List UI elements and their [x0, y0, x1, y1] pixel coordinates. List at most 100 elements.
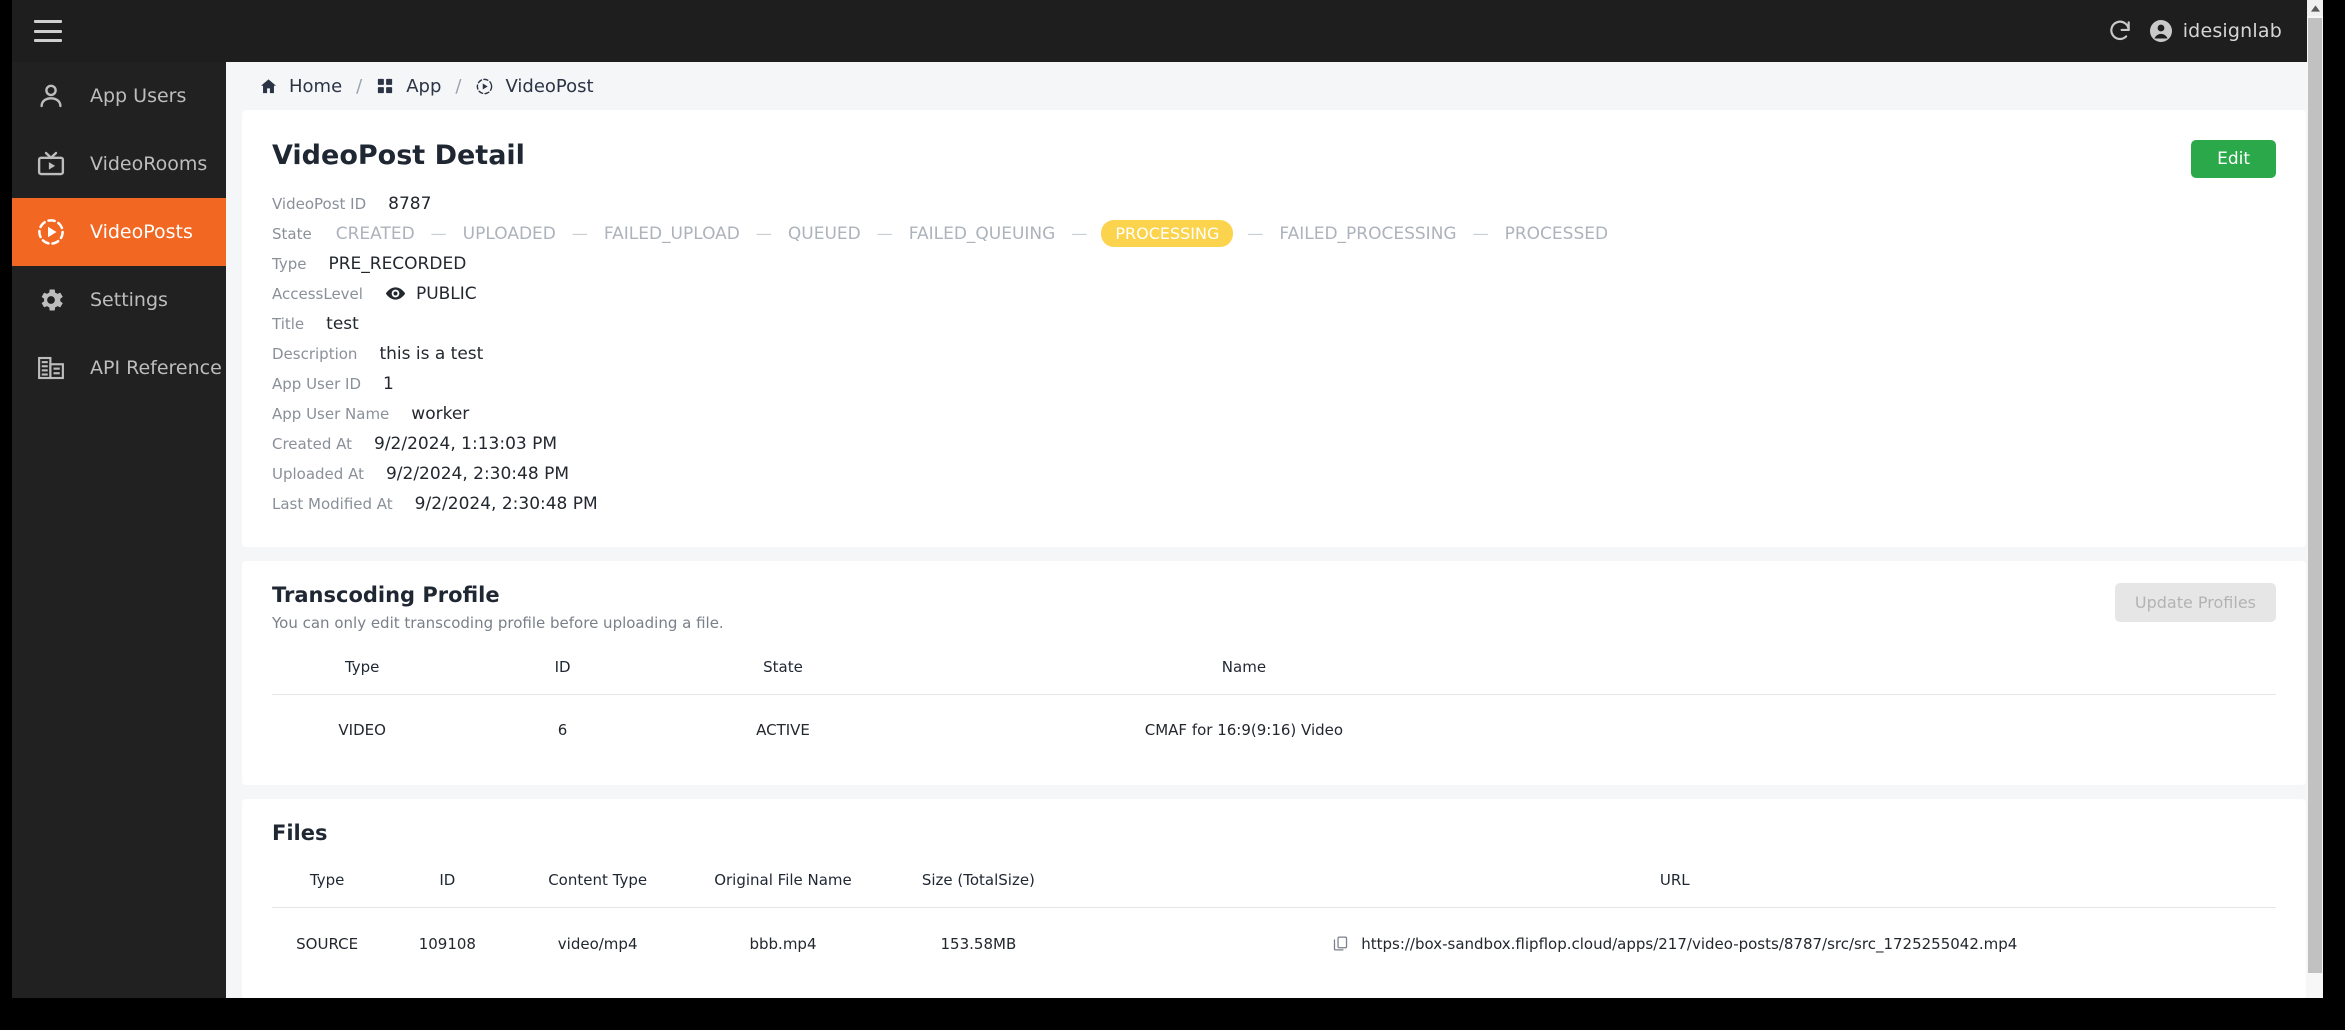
account-circle-icon — [2149, 20, 2172, 42]
section-title: Files — [272, 821, 328, 845]
field-label: Description — [272, 344, 358, 363]
state-step-processing-badge: PROCESSING — [1101, 220, 1234, 247]
state-step-created: CREATED — [335, 223, 415, 244]
sidebar-item-label: VideoPosts — [90, 221, 193, 243]
sidebar-navigation: App Users VideoRooms VideoPosts Settings… — [12, 62, 226, 998]
state-step-uploaded: UPLOADED — [462, 223, 556, 244]
field-videopost-id: VideoPost ID 8787 — [272, 189, 2276, 218]
building-icon — [34, 351, 68, 385]
field-value: 8787 — [388, 193, 432, 214]
field-value: this is a test — [379, 343, 484, 364]
cell-url: https://box-sandbox.flipflop.cloud/apps/… — [1074, 908, 2276, 972]
scroll-up-arrow[interactable] — [2307, 0, 2323, 16]
hamburger-menu-icon[interactable] — [34, 20, 62, 42]
state-dash: — — [1247, 224, 1264, 243]
copy-icon[interactable] — [1332, 934, 1349, 953]
edit-button[interactable]: Edit — [2191, 140, 2276, 178]
transcoding-header: Transcoding Profile You can only edit tr… — [272, 583, 2276, 632]
sidebar-item-videorooms[interactable]: VideoRooms — [12, 130, 226, 198]
sidebar-item-videoposts[interactable]: VideoPosts — [12, 198, 226, 266]
transcoding-profile-table: Type ID State Name VIDEO 6 ACTIVE CMAF f… — [272, 658, 2276, 757]
state-dash: — — [1071, 224, 1088, 243]
table-header-row: Type ID State Name — [272, 658, 2276, 695]
detail-card-header: VideoPost Detail Edit — [272, 132, 2276, 189]
sidebar-item-label: API Reference — [90, 357, 222, 379]
field-title: Title test — [272, 309, 2276, 338]
column-header-name: Name — [893, 658, 1595, 695]
refresh-icon[interactable] — [2107, 18, 2133, 44]
sidebar-item-app-users[interactable]: App Users — [12, 62, 226, 130]
field-value: test — [326, 313, 359, 334]
field-app-user-id: App User ID 1 — [272, 369, 2276, 398]
field-value: 9/2/2024, 2:30:48 PM — [414, 493, 598, 514]
field-label: AccessLevel — [272, 284, 363, 303]
breadcrumb-current[interactable]: VideoPost — [505, 76, 593, 97]
field-value: 9/2/2024, 2:30:48 PM — [385, 463, 569, 484]
main-content: Home / App / VideoPost VideoPost Detail … — [226, 62, 2322, 998]
sidebar-item-api-reference[interactable]: API Reference — [12, 334, 226, 402]
cell-spacer — [1595, 695, 2276, 758]
field-label: Last Modified At — [272, 494, 393, 513]
cell-content-type: video/mp4 — [557, 934, 638, 953]
table-row[interactable]: SOURCE 109108 video/mp4 bbb.mp4 153.58MB — [272, 908, 2276, 972]
files-card: Files Type ID Content Type Original File… — [242, 799, 2306, 998]
page-title: VideoPost Detail — [272, 140, 525, 171]
top-bar: idesignlab — [12, 0, 2322, 62]
state-dash: — — [1472, 224, 1489, 243]
transcoding-title-group: Transcoding Profile You can only edit tr… — [272, 583, 724, 632]
left-gutter — [0, 0, 12, 1030]
bottom-gutter — [0, 998, 2345, 1030]
state-progress-chain: CREATED — UPLOADED — FAILED_UPLOAD — QUE… — [334, 220, 1610, 247]
field-value: 1 — [383, 373, 394, 394]
column-header-type: Type — [272, 871, 383, 908]
state-dash: — — [755, 224, 772, 243]
user-account-chip[interactable]: idesignlab — [2149, 19, 2282, 43]
field-description: Description this is a test — [272, 339, 2276, 368]
section-subtitle: You can only edit transcoding profile be… — [272, 614, 724, 632]
cell-state: ACTIVE — [756, 721, 810, 739]
field-app-user-name: App User Name worker — [272, 399, 2276, 428]
state-step-failed-upload: FAILED_UPLOAD — [603, 223, 740, 244]
breadcrumb-separator: / — [356, 75, 363, 97]
breadcrumb-app[interactable]: App — [406, 76, 441, 97]
field-label: Title — [272, 314, 305, 333]
tv-play-icon — [34, 147, 68, 181]
field-label: App User Name — [272, 404, 390, 423]
right-gutter — [2323, 0, 2345, 1030]
sidebar-item-settings[interactable]: Settings — [12, 266, 226, 334]
field-label: App User ID — [272, 374, 362, 393]
eye-icon — [385, 287, 406, 300]
cell-name: CMAF for 16:9(9:16) Video — [1144, 721, 1344, 739]
field-label: Created At — [272, 434, 353, 453]
vertical-scrollbar[interactable] — [2307, 0, 2323, 1030]
state-dash: — — [430, 224, 447, 243]
sidebar-item-label: VideoRooms — [90, 153, 208, 175]
breadcrumb: Home / App / VideoPost — [226, 62, 2322, 110]
url-cell-group: https://box-sandbox.flipflop.cloud/apps/… — [1074, 934, 2276, 953]
videopost-detail-card: VideoPost Detail Edit VideoPost ID 8787 … — [242, 110, 2306, 547]
transcoding-profile-card: Transcoding Profile You can only edit tr… — [242, 561, 2306, 785]
field-created-at: Created At 9/2/2024, 1:13:03 PM — [272, 429, 2276, 458]
column-header-spacer — [1594, 658, 2276, 695]
column-header-id: ID — [382, 871, 513, 908]
cell-original-file-name: bbb.mp4 — [749, 934, 817, 953]
field-label: State — [272, 224, 312, 243]
state-dash: — — [876, 224, 893, 243]
scrollbar-thumb[interactable] — [2308, 18, 2322, 973]
table-row[interactable]: VIDEO 6 ACTIVE CMAF for 16:9(9:16) Video — [272, 695, 2276, 758]
access-level-value: PUBLIC — [415, 283, 477, 304]
column-header-url: URL — [1073, 871, 2276, 908]
field-uploaded-at: Uploaded At 9/2/2024, 2:30:48 PM — [272, 459, 2276, 488]
field-value: PRE_RECORDED — [328, 253, 467, 274]
breadcrumb-home[interactable]: Home — [289, 76, 342, 97]
cell-type: SOURCE — [296, 934, 359, 953]
application-window: idesignlab App Users VideoRooms VideoPos… — [0, 0, 2345, 1030]
update-profiles-button[interactable]: Update Profiles — [2114, 583, 2276, 622]
gear-icon — [34, 283, 68, 317]
chevron-up-icon — [2310, 4, 2320, 12]
user-name-label: idesignlab — [2182, 20, 2282, 42]
table-header-row: Type ID Content Type Original File Name … — [272, 871, 2276, 908]
column-header-state: State — [672, 658, 894, 695]
file-url-text[interactable]: https://box-sandbox.flipflop.cloud/apps/… — [1361, 935, 2017, 953]
column-header-type: Type — [272, 658, 453, 695]
